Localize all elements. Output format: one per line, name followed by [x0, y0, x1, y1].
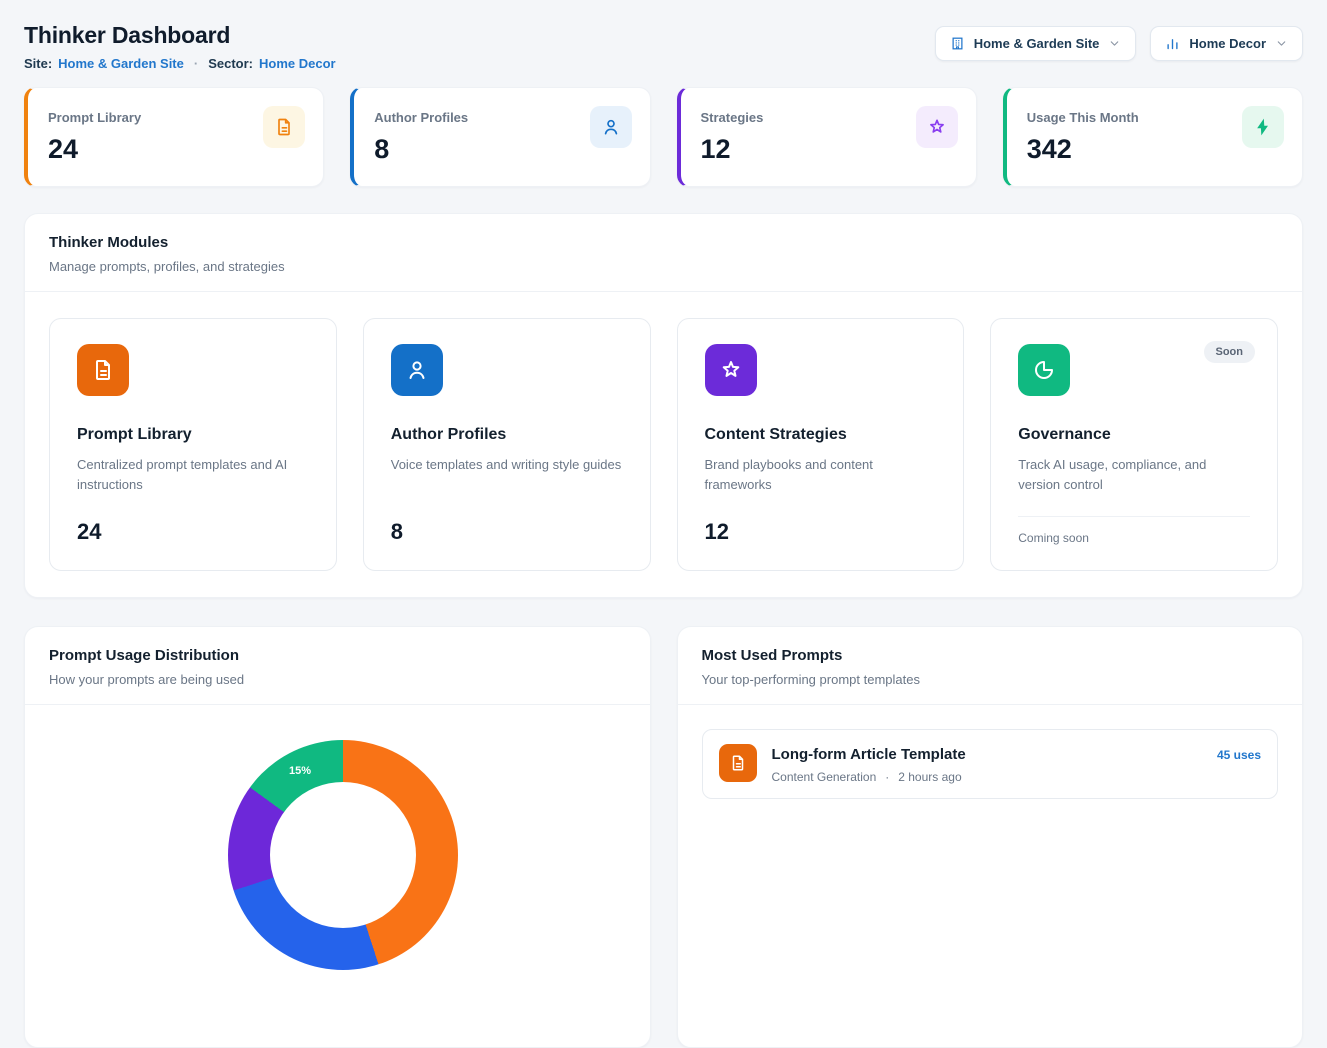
modules-header: Thinker Modules Manage prompts, profiles…	[25, 214, 1302, 291]
selectors: Home & Garden Site Home Decor	[935, 26, 1303, 61]
donut-hole	[270, 782, 416, 928]
stat-value: 24	[48, 134, 141, 165]
prompt-usage-panel: Prompt Usage Distribution How your promp…	[24, 626, 651, 1048]
chevron-down-icon	[1275, 37, 1288, 50]
module-description: Track AI usage, compliance, and version …	[1018, 455, 1250, 494]
prompts-header: Most Used Prompts Your top-performing pr…	[678, 627, 1303, 704]
module-title: Prompt Library	[77, 426, 309, 444]
site-selector-label: Home & Garden Site	[974, 36, 1100, 51]
module-description: Voice templates and writing style guides	[391, 455, 623, 475]
item-uses-badge: 45 uses	[1217, 748, 1261, 784]
module-count: 12	[705, 519, 937, 545]
divider	[25, 704, 650, 705]
module-description: Centralized prompt templates and AI inst…	[77, 455, 309, 494]
site-link[interactable]: Home & Garden Site	[58, 56, 184, 71]
breadcrumb-dot: ·	[194, 56, 198, 71]
modules-title: Thinker Modules	[49, 234, 1278, 251]
stat-value: 342	[1027, 134, 1139, 165]
stat-card-author-profiles: Author Profiles 8	[350, 87, 650, 187]
most-used-prompts-panel: Most Used Prompts Your top-performing pr…	[677, 626, 1304, 1048]
module-count: 24	[77, 519, 309, 545]
module-card-content-strategies[interactable]: Content Strategies Brand playbooks and c…	[677, 318, 965, 571]
thinker-modules-card: Thinker Modules Manage prompts, profiles…	[24, 213, 1303, 598]
prompts-title: Most Used Prompts	[702, 647, 1279, 664]
prompt-usage-donut: 15%	[228, 740, 458, 970]
bolt-icon	[1242, 106, 1284, 148]
document-icon	[719, 744, 757, 782]
sector-selector-button[interactable]: Home Decor	[1150, 26, 1303, 61]
item-category: Content Generation	[772, 770, 877, 784]
document-icon	[263, 106, 305, 148]
user-icon	[590, 106, 632, 148]
dashboard-page: Thinker Dashboard Site: Home & Garden Si…	[0, 0, 1327, 1048]
item-main: Long-form Article Template Content Gener…	[772, 744, 1202, 784]
site-label: Site:	[24, 56, 52, 71]
module-card-prompt-library[interactable]: Prompt Library Centralized prompt templa…	[49, 318, 337, 571]
sector-selector-label: Home Decor	[1189, 36, 1266, 51]
pie-chart-icon	[1018, 344, 1070, 396]
soon-badge: Soon	[1204, 341, 1256, 363]
item-title: Long-form Article Template	[772, 746, 1202, 763]
star-icon	[705, 344, 757, 396]
item-meta: Content Generation · 2 hours ago	[772, 770, 1202, 784]
bar-chart-icon	[1165, 36, 1180, 51]
modules-subtitle: Manage prompts, profiles, and strategies	[49, 259, 1278, 274]
stat-label: Prompt Library	[48, 110, 141, 125]
module-title: Governance	[1018, 426, 1250, 444]
title-block: Thinker Dashboard Site: Home & Garden Si…	[24, 14, 336, 71]
page-title: Thinker Dashboard	[24, 22, 336, 49]
stats-row: Prompt Library 24 Author Profiles 8 Stra…	[24, 87, 1303, 187]
usage-subtitle: How your prompts are being used	[49, 672, 626, 687]
item-time: 2 hours ago	[898, 770, 961, 784]
modules-grid: Prompt Library Centralized prompt templa…	[25, 292, 1302, 597]
stat-value: 12	[701, 134, 764, 165]
coming-soon-note: Coming soon	[1018, 516, 1250, 545]
list-item-long-form-article[interactable]: Long-form Article Template Content Gener…	[702, 729, 1279, 799]
donut-percent-label: 15%	[289, 765, 311, 777]
star-icon	[916, 106, 958, 148]
breadcrumb: Site: Home & Garden Site · Sector: Home …	[24, 56, 336, 71]
module-title: Author Profiles	[391, 426, 623, 444]
stat-card-usage: Usage This Month 342	[1003, 87, 1303, 187]
stat-label: Usage This Month	[1027, 110, 1139, 125]
stat-value: 8	[374, 134, 468, 165]
module-description: Brand playbooks and content frameworks	[705, 455, 937, 494]
module-card-author-profiles[interactable]: Author Profiles Voice templates and writ…	[363, 318, 651, 571]
stat-card-strategies: Strategies 12	[677, 87, 977, 187]
sector-label: Sector:	[208, 56, 253, 71]
module-count: 8	[391, 519, 623, 545]
module-title: Content Strategies	[705, 426, 937, 444]
prompts-list: Long-form Article Template Content Gener…	[678, 705, 1303, 823]
building-icon	[950, 36, 965, 51]
document-icon	[77, 344, 129, 396]
module-card-governance[interactable]: Soon Governance Track AI usage, complian…	[990, 318, 1278, 571]
top-bar: Thinker Dashboard Site: Home & Garden Si…	[24, 14, 1303, 71]
meta-dot: ·	[885, 770, 889, 784]
usage-header: Prompt Usage Distribution How your promp…	[25, 627, 650, 704]
prompts-subtitle: Your top-performing prompt templates	[702, 672, 1279, 687]
sector-link[interactable]: Home Decor	[259, 56, 336, 71]
stat-card-prompt-library: Prompt Library 24	[24, 87, 324, 187]
user-icon	[391, 344, 443, 396]
chevron-down-icon	[1108, 37, 1121, 50]
bottom-row: Prompt Usage Distribution How your promp…	[24, 626, 1303, 1048]
site-selector-button[interactable]: Home & Garden Site	[935, 26, 1137, 61]
usage-title: Prompt Usage Distribution	[49, 647, 626, 664]
stat-label: Author Profiles	[374, 110, 468, 125]
stat-label: Strategies	[701, 110, 764, 125]
